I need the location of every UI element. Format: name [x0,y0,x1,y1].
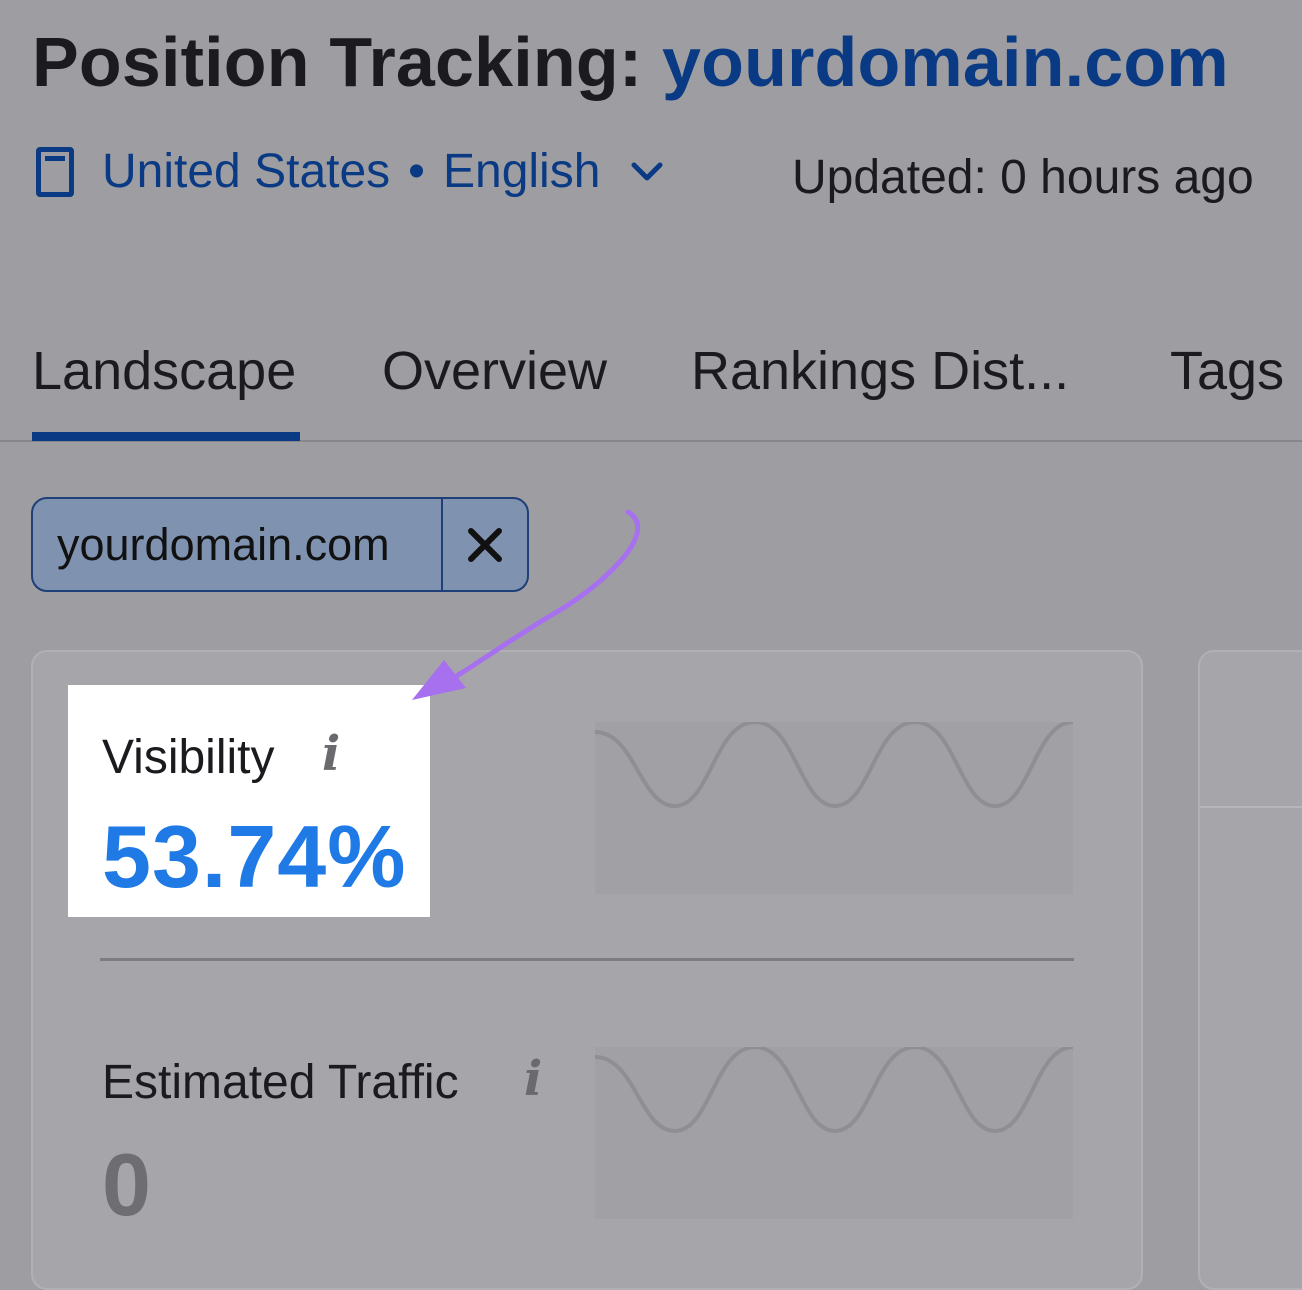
page-title-prefix: Position Tracking: [32,23,643,101]
tab-landscape[interactable]: Landscape [32,340,301,441]
metric-divider [100,958,1074,961]
secondary-card [1198,650,1302,1290]
tablet-icon [36,146,74,197]
tab-bar: Landscape Overview Rankings Dist... Tags [0,330,1302,442]
traffic-value: 0 [102,1135,151,1234]
info-icon[interactable]: i [524,1051,542,1107]
traffic-label: Estimated Traffic [102,1056,459,1109]
domain-filter-label[interactable]: yourdomain.com [33,499,443,590]
locale-country: United States [102,145,391,198]
locale-separator: • [408,145,425,198]
locale-selector[interactable]: United States • English [36,144,668,199]
page-title-domain[interactable]: yourdomain.com [662,23,1229,101]
locale-language: English [442,145,601,198]
tab-tags[interactable]: Tags [1170,340,1284,402]
traffic-sparkline [595,1047,1073,1219]
annotation-arrow [412,509,641,700]
chevron-down-icon [631,162,663,180]
page-title: Position Tracking: yourdomain.com [32,22,1229,102]
info-icon[interactable]: i [322,726,340,782]
visibility-sparkline [595,722,1073,894]
visibility-label: Visibility [102,731,275,784]
tab-overview[interactable]: Overview [382,340,607,402]
updated-status: Updated: 0 hours ago [792,151,1254,204]
tab-rankings-distribution[interactable]: Rankings Dist... [691,340,1069,402]
visibility-value: 53.74% [102,807,407,906]
